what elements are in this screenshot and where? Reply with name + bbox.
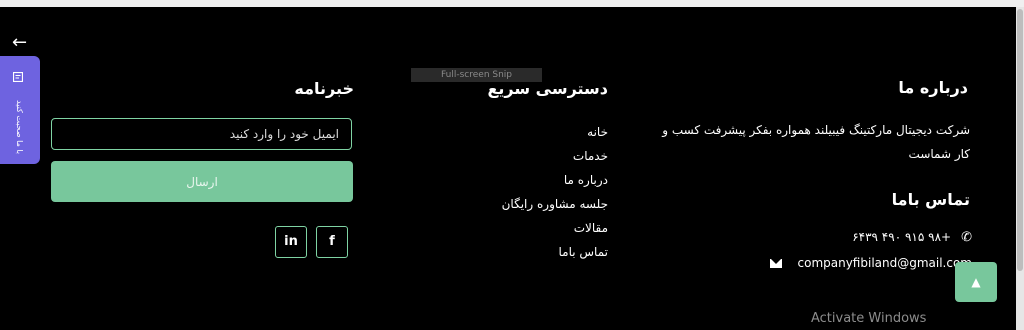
email-address: companyfibiland@gmail.com — [797, 256, 973, 270]
quick-link-home[interactable]: خانه — [448, 120, 608, 144]
chat-icon — [13, 72, 23, 82]
quick-link-consultation[interactable]: جلسه مشاوره رایگان — [448, 192, 608, 216]
quick-link-services[interactable]: خدمات — [448, 144, 608, 168]
quick-link-articles[interactable]: مقالات — [448, 216, 608, 240]
quick-access-list: خانه خدمات درباره ما جلسه مشاوره رایگان … — [448, 120, 608, 264]
chat-side-tab[interactable]: با ما صحبت کنید — [0, 56, 40, 164]
scroll-to-top-button[interactable]: ▲ — [955, 262, 997, 302]
browser-top-strip — [0, 0, 1024, 7]
newsletter-email-input[interactable] — [51, 118, 352, 150]
quick-access-title: دسترسی سریع — [487, 79, 608, 98]
phone-row[interactable]: ✆ +۹۸ ۹۱۵ ۴۹۰ ۶۴۳۹ — [712, 230, 972, 245]
linkedin-icon[interactable]: in — [275, 226, 307, 258]
facebook-icon[interactable]: f — [316, 226, 348, 258]
scrollbar-thumb[interactable] — [1017, 9, 1023, 271]
quick-link-about[interactable]: درباره ما — [448, 168, 608, 192]
chevron-up-icon: ▲ — [971, 275, 981, 289]
about-title: درباره ما — [898, 78, 968, 97]
newsletter-submit-button[interactable]: ارسال — [51, 161, 353, 202]
quick-link-contact[interactable]: تماس باما — [448, 240, 608, 264]
back-arrow-icon[interactable]: ← — [12, 32, 27, 53]
phone-number: +۹۸ ۹۱۵ ۴۹۰ ۶۴۳۹ — [852, 230, 952, 244]
activate-windows-watermark: Activate Windows — [811, 311, 927, 326]
contact-title: تماس باما — [891, 190, 970, 209]
page-scrollbar[interactable] — [1016, 7, 1024, 330]
about-text: شرکت دیجیتال مارکتینگ فیبیلند همواره بفک… — [662, 123, 970, 161]
chat-tab-label: با ما صحبت کنید — [15, 99, 24, 154]
email-row[interactable]: companyfibiland@gmail.com — [712, 256, 972, 270]
envelope-icon — [769, 259, 782, 268]
phone-icon: ✆ — [961, 230, 972, 245]
newsletter-title: خبرنامه — [294, 79, 354, 98]
